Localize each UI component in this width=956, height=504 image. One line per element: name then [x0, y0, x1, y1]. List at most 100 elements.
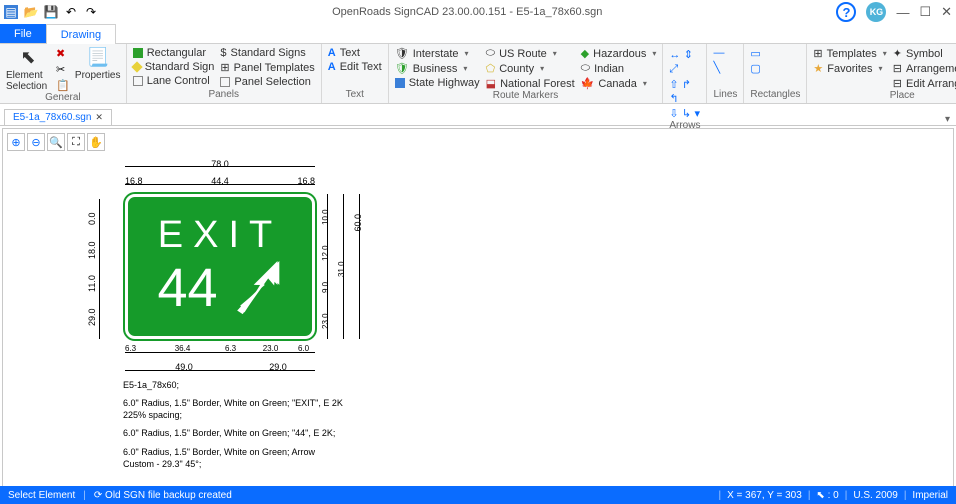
rectangular-button[interactable]: Rectangular	[133, 47, 215, 59]
delete-icon[interactable]: ✖	[56, 47, 70, 60]
dim-right-col2: 31.0	[337, 199, 346, 339]
standard-sign-button[interactable]: Standard Sign	[133, 61, 215, 73]
star-icon: ★	[813, 62, 823, 75]
us-route-icon: ⬭	[486, 47, 495, 60]
county-button[interactable]: ⬠County	[486, 62, 575, 75]
hazardous-icon: ◆	[581, 47, 589, 60]
status-coords: X = 367, Y = 303	[727, 490, 802, 501]
element-selection-button[interactable]: ⬉ Element Selection	[6, 47, 50, 92]
business-icon: 🛡	[395, 62, 409, 75]
indian-button[interactable]: ⬭Indian	[581, 62, 657, 75]
arrow-icon	[228, 261, 283, 316]
group-rectangles: ▭▢ Rectangles	[744, 44, 807, 103]
standard-signs-button[interactable]: $Standard Signs	[220, 47, 314, 59]
cursor-icon: ⬉	[20, 47, 35, 68]
dim-bottom-row1: 6.3 36.4 6.3 23.0 6.0	[125, 344, 315, 353]
hazardous-button[interactable]: ◆Hazardous	[581, 47, 657, 60]
zoom-out-icon[interactable]: ⊖	[27, 133, 45, 151]
canada-icon: 🍁	[581, 77, 595, 90]
templates-icon: ⊞	[813, 47, 822, 60]
quick-access-toolbar: ▤ 📂 💾 ↶ ↷	[4, 5, 98, 19]
canada-button[interactable]: 🍁Canada	[581, 77, 657, 90]
dim-right-col1: 23.09.012.010.0	[321, 199, 330, 339]
symbol-button[interactable]: ✦Symbol	[893, 47, 956, 60]
minimize-button[interactable]: —	[896, 5, 909, 20]
status-bar: Select Element | ⟳ Old SGN file backup c…	[0, 486, 956, 504]
county-icon: ⬠	[486, 62, 496, 75]
paste-icon[interactable]: 📋	[56, 79, 70, 92]
properties-icon: 📃	[86, 47, 108, 68]
help-icon[interactable]: ?	[836, 2, 856, 22]
group-text: AText AEdit Text Text	[322, 44, 389, 103]
favorites-button[interactable]: ★Favorites	[813, 62, 886, 75]
exit-sign-panel[interactable]: EXIT 44	[125, 194, 315, 339]
zoom-in-icon[interactable]: ⊕	[7, 133, 25, 151]
indian-icon: ⬭	[581, 62, 590, 75]
status-units: Imperial	[912, 490, 948, 501]
dim-left: 29.011.018.00.0	[87, 204, 97, 334]
arrow-icon[interactable]: ↔	[669, 49, 680, 61]
edit-arrangement-button[interactable]: ⊟Edit Arrangement	[893, 77, 956, 90]
exit-text: EXIT	[158, 214, 282, 257]
document-tab[interactable]: E5-1a_78x60.sgn✕	[4, 109, 112, 125]
title-bar: ▤ 📂 💾 ↶ ↷ OpenRoads SignCAD 23.00.00.151…	[0, 0, 956, 24]
document-dropdown[interactable]: ▾	[945, 114, 950, 125]
edit-text-button[interactable]: AEdit Text	[328, 61, 382, 73]
national-forest-icon: ⬓	[486, 77, 496, 90]
interstate-button[interactable]: 🛡Interstate	[395, 47, 480, 60]
exit-number: 44	[157, 257, 217, 319]
group-lines: ―╲ Lines	[707, 44, 744, 103]
app-title: OpenRoads SignCAD 23.00.00.151 - E5-1a_7…	[98, 6, 836, 18]
redo-icon[interactable]: ↷	[84, 5, 98, 19]
national-forest-button[interactable]: ⬓National Forest	[486, 77, 575, 90]
lane-control-button[interactable]: Lane Control	[133, 75, 215, 87]
business-button[interactable]: 🛡Business	[395, 62, 480, 75]
templates-button[interactable]: ⊞Templates	[813, 47, 886, 60]
close-button[interactable]: ✕	[941, 4, 952, 20]
interstate-icon: 🛡	[395, 47, 409, 60]
arrangement-icon: ⊟	[893, 62, 902, 75]
save-icon[interactable]: 💾	[44, 5, 58, 19]
document-tab-strip: E5-1a_78x60.sgn✕ ▾	[0, 104, 956, 126]
pan-icon[interactable]: ✋	[87, 133, 105, 151]
tab-drawing[interactable]: Drawing	[46, 24, 116, 44]
open-icon[interactable]: 📂	[24, 5, 38, 19]
maximize-button[interactable]: ☐	[919, 4, 931, 20]
rect-icon[interactable]: ▭	[750, 47, 760, 60]
undo-icon[interactable]: ↶	[64, 5, 78, 19]
window-controls: ? KG — ☐ ✕	[836, 2, 952, 22]
close-icon[interactable]: ✕	[95, 112, 103, 123]
state-highway-button[interactable]: State Highway	[395, 77, 480, 89]
group-arrows: ↔ ⇕ ⤢ ⇧ ↱ ↰ ⇩ ↳ ▾ Arrows	[663, 44, 707, 103]
group-route-markers: 🛡Interstate 🛡Business State Highway ⬭US …	[389, 44, 664, 103]
dim-top-row: 16.844.416.8	[125, 176, 315, 186]
user-avatar[interactable]: KG	[866, 2, 886, 22]
line-icon[interactable]: ―	[713, 47, 724, 59]
ribbon: ⬉ Element Selection ✖ ✂ 📋 📃 Properties G…	[0, 44, 956, 104]
arrangement-button[interactable]: ⊟Arrangement	[893, 62, 956, 75]
tab-file[interactable]: File	[0, 24, 46, 43]
sign-notes: E5-1a_78x60; 6.0" Radius, 1.5" Border, W…	[123, 379, 343, 476]
panel-templates-button[interactable]: ⊞Panel Templates	[220, 61, 314, 74]
properties-button[interactable]: 📃 Properties	[76, 47, 120, 81]
zoom-toolbar: ⊕ ⊖ 🔍 ⛶ ✋	[7, 133, 105, 151]
fit-icon[interactable]: ⛶	[67, 133, 85, 151]
status-message: ⟳ Old SGN file backup created	[94, 490, 232, 501]
panel-selection-button[interactable]: Panel Selection	[220, 76, 314, 88]
dim-bottom-row2: 49.0 29.0	[125, 362, 315, 372]
zoom-window-icon[interactable]: 🔍	[47, 133, 65, 151]
text-button[interactable]: AText	[328, 47, 382, 59]
symbol-icon: ✦	[893, 47, 902, 60]
us-route-button[interactable]: ⬭US Route	[486, 47, 575, 60]
drawing-canvas[interactable]: ⊕ ⊖ 🔍 ⛶ ✋ 78.0 16.844.416.8 EXIT 44	[2, 128, 954, 498]
ribbon-tabs: File Drawing	[0, 24, 956, 44]
dim-right-overall: 60.0	[353, 214, 363, 232]
status-snap: ⬉ : 0	[816, 490, 838, 501]
dollar-icon: $	[220, 47, 226, 59]
status-standard: U.S. 2009	[853, 490, 897, 501]
cut-icon[interactable]: ✂	[56, 63, 70, 76]
new-icon[interactable]: ▤	[4, 5, 18, 19]
edit-arrangement-icon: ⊟	[893, 77, 902, 90]
group-panels: Rectangular Standard Sign Lane Control $…	[127, 44, 322, 103]
status-mode: Select Element	[8, 490, 75, 501]
